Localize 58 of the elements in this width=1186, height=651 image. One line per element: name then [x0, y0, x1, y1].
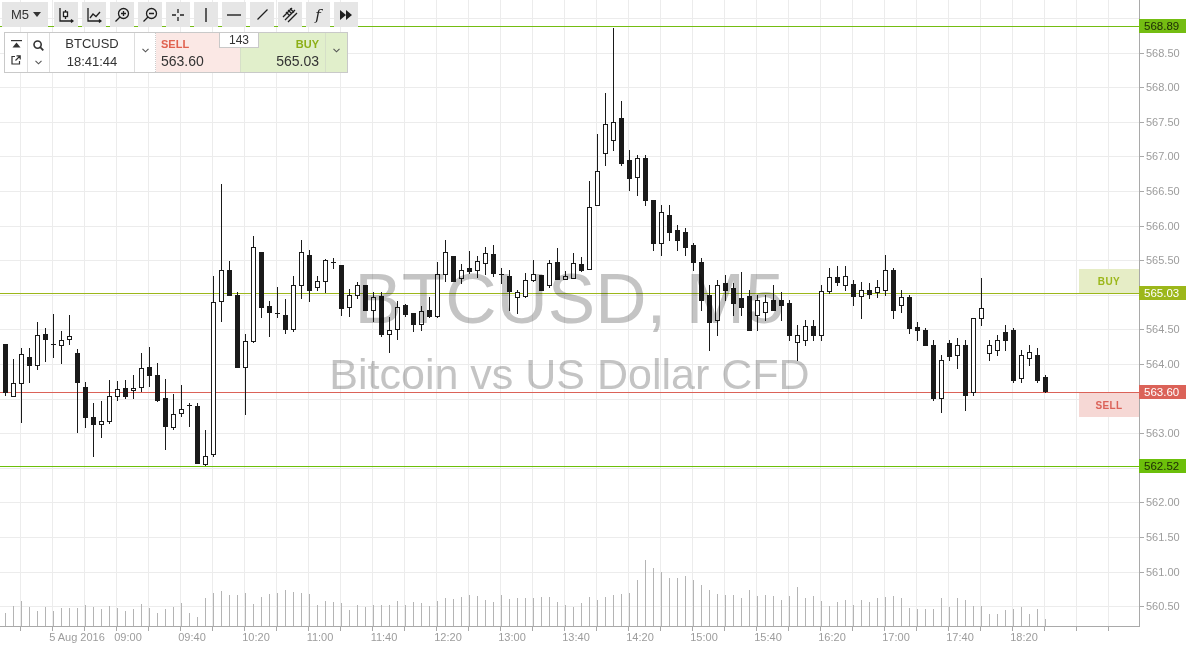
- line-chart-button[interactable]: [82, 2, 106, 27]
- time-axis-label: 16:20: [818, 631, 846, 644]
- price-axis-label: 563.00: [1146, 426, 1180, 440]
- zoom-out-button[interactable]: [138, 2, 162, 27]
- time-axis-label: 14:20: [626, 631, 654, 644]
- crosshair-icon: [170, 6, 186, 23]
- time-axis-label: 18:20: [1010, 631, 1038, 644]
- price-axis-label: 564.50: [1146, 322, 1180, 336]
- price-axis-label: 566.00: [1146, 219, 1180, 233]
- price-tag: 563.60: [1139, 385, 1186, 399]
- price-tag: 562.52: [1139, 459, 1186, 473]
- time-axis-label: 5 Aug 2016: [49, 631, 105, 644]
- horizontal-line-icon: [227, 13, 241, 16]
- indicators-button[interactable]: f: [306, 2, 330, 27]
- price-axis-label: 561.50: [1146, 530, 1180, 544]
- price-axis-label: 560.50: [1146, 599, 1180, 613]
- caret-icon: [33, 12, 41, 17]
- time-axis-label: 17:40: [946, 631, 974, 644]
- price-tag: 568.89: [1139, 19, 1186, 33]
- time-axis-label: 11:40: [370, 631, 398, 644]
- time-axis-label: 15:00: [690, 631, 718, 644]
- time-axis-label: 17:00: [882, 631, 910, 644]
- price-axis-label: 564.00: [1146, 357, 1180, 371]
- price-axis-label: 566.50: [1146, 184, 1180, 198]
- time-axis-label: 09:40: [178, 631, 206, 644]
- zoom-in-icon: [114, 6, 130, 23]
- zoom-in-button[interactable]: [110, 2, 134, 27]
- horizontal-line-button[interactable]: [222, 2, 246, 27]
- price-axis-label: 561.00: [1146, 565, 1180, 579]
- crosshair-button[interactable]: [166, 2, 190, 27]
- time-axis-label: 13:40: [562, 631, 590, 644]
- time-axis-label: 10:20: [242, 631, 270, 644]
- vertical-line-button[interactable]: [194, 2, 218, 27]
- price-axis-label: 567.50: [1146, 115, 1180, 129]
- price-axis-label: 567.00: [1146, 149, 1180, 163]
- price-axis-label: 568.50: [1146, 46, 1180, 60]
- price-axis-label: 565.50: [1146, 253, 1180, 267]
- candlestick-icon: [58, 6, 74, 23]
- time-axis-label: 15:40: [754, 631, 782, 644]
- price-tag: 565.03: [1139, 286, 1186, 300]
- vertical-line-icon: [205, 7, 207, 22]
- parallel-lines-icon: [282, 6, 298, 23]
- channel-button[interactable]: [278, 2, 302, 27]
- time-axis-label: 12:20: [434, 631, 462, 644]
- fast-forward-button[interactable]: [334, 2, 358, 27]
- line-chart-icon: [86, 6, 102, 23]
- time-axis-label: 09:00: [114, 631, 142, 644]
- order-label: BUY: [1079, 269, 1139, 293]
- price-axis-label: 562.00: [1146, 495, 1180, 509]
- candles-button[interactable]: [54, 2, 78, 27]
- fast-forward-icon: [340, 9, 352, 20]
- zoom-out-icon: [142, 6, 158, 23]
- time-axis-label: 13:00: [498, 631, 526, 644]
- order-label: SELL: [1079, 393, 1139, 417]
- time-axis-label: 11:00: [306, 631, 334, 644]
- diagonal-line-icon: [256, 9, 268, 20]
- price-axis-label: 568.00: [1146, 80, 1180, 94]
- timeframe-dropdown[interactable]: M5: [2, 2, 48, 27]
